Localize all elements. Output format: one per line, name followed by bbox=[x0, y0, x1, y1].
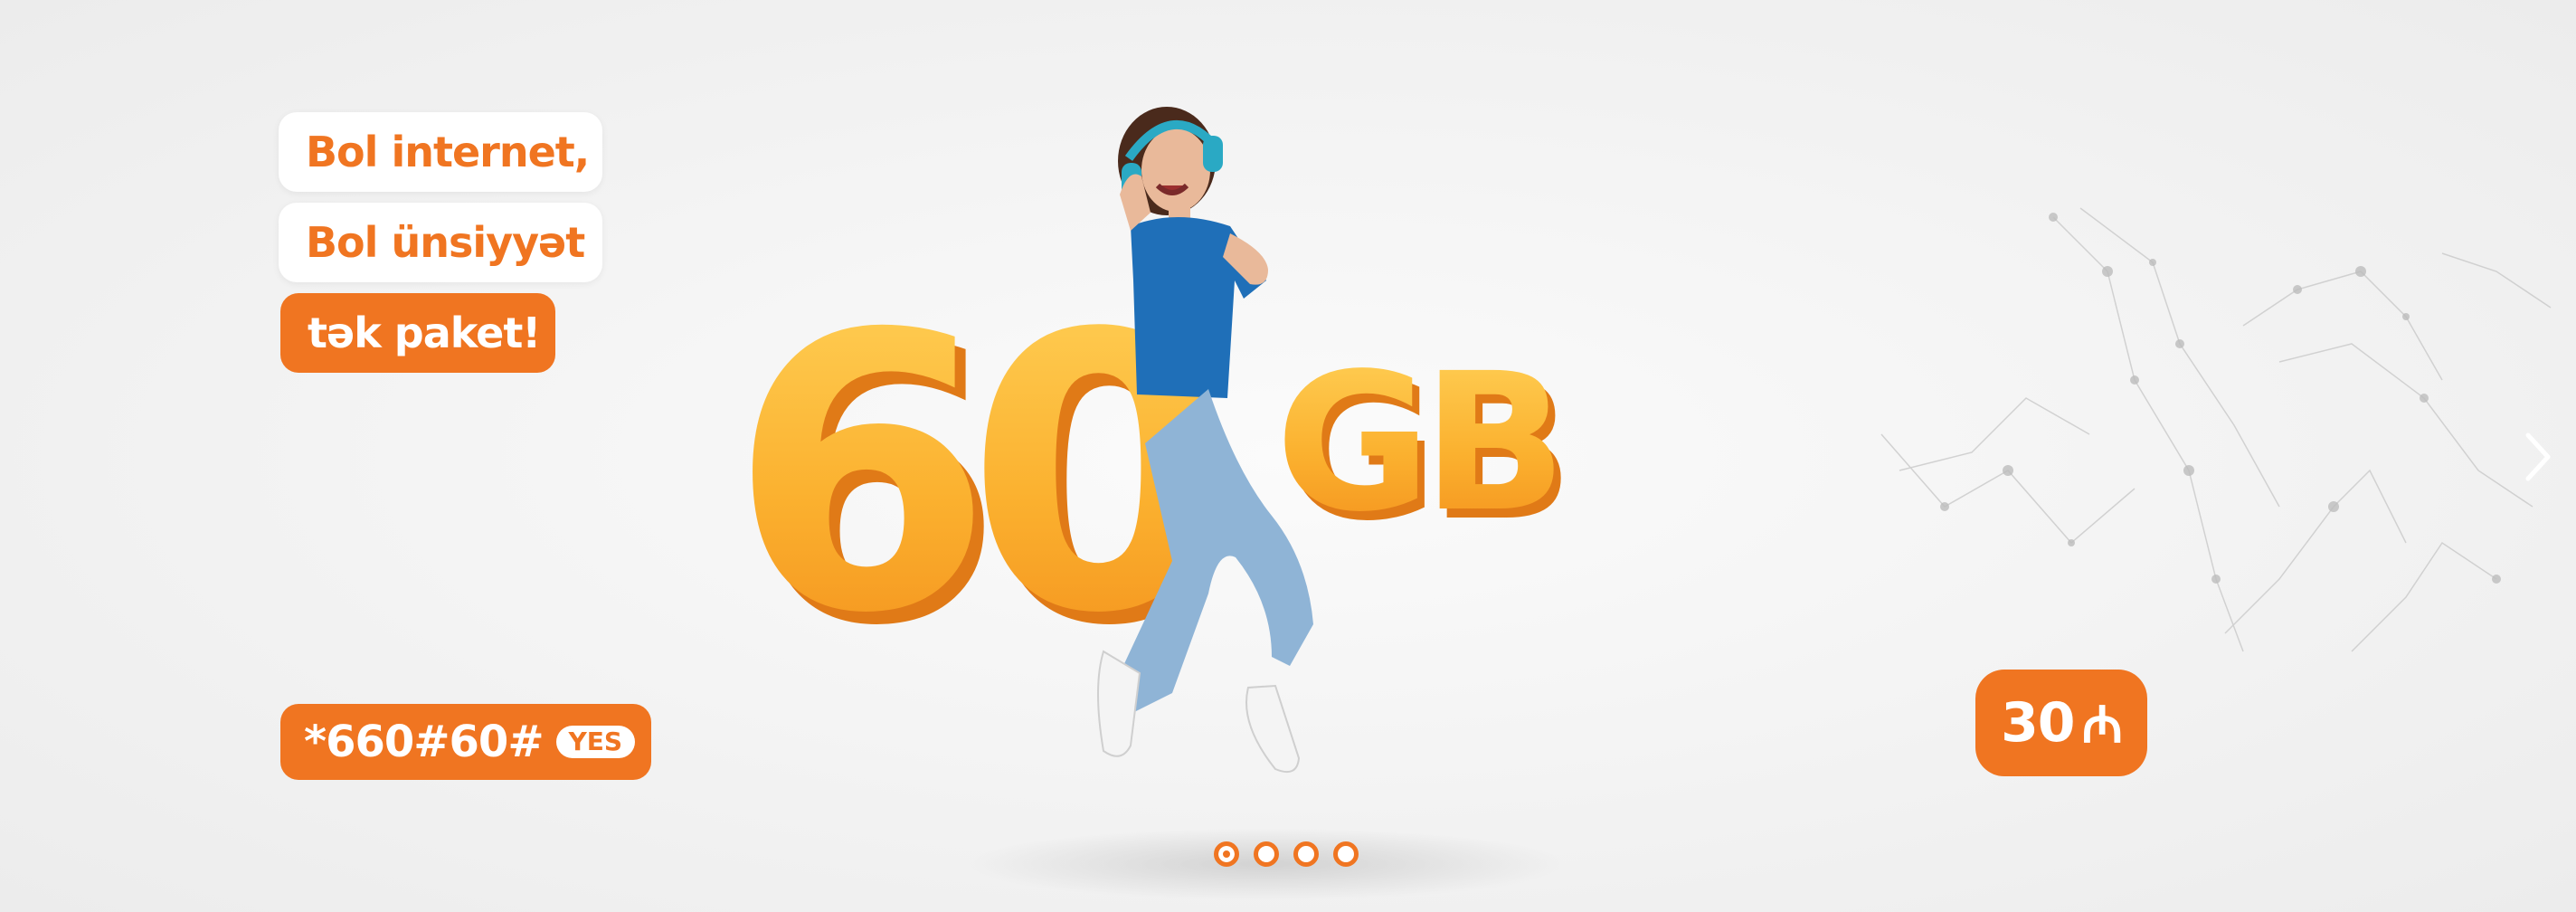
ussd-code-pill: *660#60# YES bbox=[280, 704, 651, 780]
manat-currency-icon: ₼ bbox=[2081, 696, 2123, 755]
price-pill: 30 ₼ bbox=[1975, 670, 2147, 776]
ussd-code: *660#60# bbox=[304, 717, 545, 767]
svg-text:GB: GB bbox=[1275, 332, 1558, 554]
hero-unit: GB GB bbox=[1275, 332, 1574, 563]
promo-banner[interactable]: Bol internet, Bol ünsiyyət tək paket! 60… bbox=[0, 0, 2576, 912]
carousel-dot-4[interactable] bbox=[1333, 841, 1359, 867]
carousel-dots bbox=[1214, 841, 1359, 867]
carousel-dot-3[interactable] bbox=[1293, 841, 1319, 867]
chevron-right-icon bbox=[2525, 432, 2551, 481]
price-amount: 30 bbox=[2001, 691, 2075, 755]
carousel-dot-1[interactable] bbox=[1214, 841, 1239, 867]
yes-badge: YES bbox=[555, 726, 636, 758]
carousel-next-button[interactable] bbox=[2520, 429, 2556, 485]
carousel-dot-2[interactable] bbox=[1254, 841, 1279, 867]
